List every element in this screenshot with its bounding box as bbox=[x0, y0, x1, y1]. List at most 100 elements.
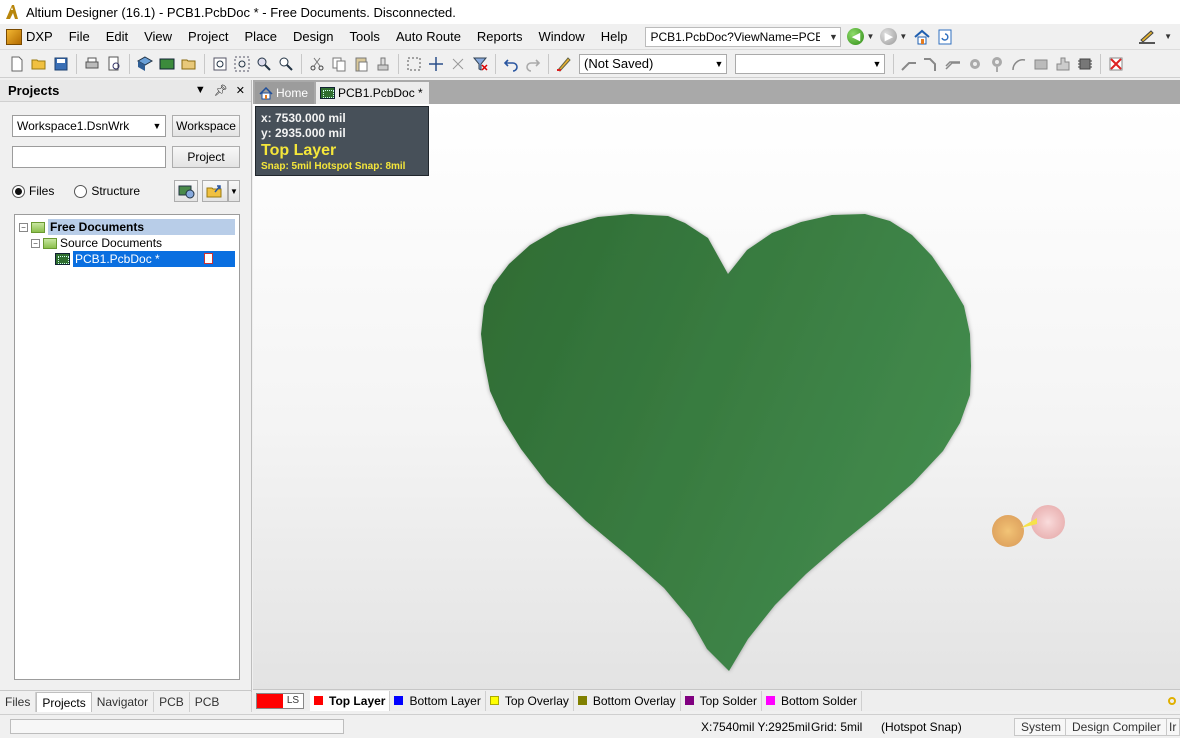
rubber-stamp-icon[interactable] bbox=[374, 55, 392, 73]
menu-project[interactable]: Project bbox=[180, 25, 236, 49]
menu-place[interactable]: Place bbox=[237, 25, 286, 49]
cut-icon[interactable] bbox=[308, 55, 326, 73]
layer-tab-bottom-layer[interactable]: Bottom Layer bbox=[390, 690, 486, 711]
select-area-icon[interactable] bbox=[405, 55, 423, 73]
interactive-route-icon[interactable] bbox=[922, 55, 940, 73]
forward-arrow-icon[interactable]: ▶ bbox=[880, 28, 898, 45]
menu-view[interactable]: View bbox=[136, 25, 180, 49]
via-icon[interactable] bbox=[988, 55, 1006, 73]
menu-auto-route[interactable]: Auto Route bbox=[388, 25, 469, 49]
document-address-combo[interactable]: PCB1.PcbDoc?ViewName=PCBEditor ▼ bbox=[645, 26, 842, 47]
zoom-area-icon[interactable] bbox=[233, 55, 251, 73]
workspace-combo[interactable]: Workspace1.DsnWrk ▼ bbox=[12, 115, 166, 137]
paste-icon[interactable] bbox=[352, 55, 370, 73]
zoom-fit-icon[interactable] bbox=[211, 55, 229, 73]
workspace-button[interactable]: Workspace bbox=[172, 115, 240, 137]
print-preview-icon[interactable] bbox=[105, 55, 123, 73]
pcb-canvas[interactable]: x: 7530.000 mil y: 2935.000 mil Top Laye… bbox=[253, 104, 1180, 689]
layer-tab-bottom-solder[interactable]: Bottom Solder bbox=[762, 690, 862, 711]
chevron-down-icon[interactable]: ▼ bbox=[1164, 32, 1172, 41]
new-document-icon[interactable] bbox=[8, 55, 26, 73]
clear-drc-icon[interactable] bbox=[1107, 55, 1125, 73]
saved-state-combo[interactable]: (Not Saved) ▼ bbox=[579, 53, 727, 74]
project-search-input[interactable] bbox=[12, 146, 166, 168]
copy-icon[interactable] bbox=[330, 55, 348, 73]
tree-row-pcb1[interactable]: PCB1.PcbDoc * bbox=[55, 251, 235, 267]
tab-pcb1[interactable]: PCB1.PcbDoc * bbox=[316, 82, 429, 104]
clear-filter-icon[interactable] bbox=[471, 55, 489, 73]
tab-home[interactable]: Home bbox=[255, 82, 315, 104]
tree-row-free-documents[interactable]: − Free Documents bbox=[19, 219, 235, 235]
tree-label-source-documents: Source Documents bbox=[60, 236, 163, 250]
hud-current-layer: Top Layer bbox=[261, 142, 337, 159]
open-project-dropdown[interactable]: ▼ bbox=[228, 180, 240, 202]
menu-help[interactable]: Help bbox=[593, 25, 636, 49]
undo-icon[interactable] bbox=[502, 55, 520, 73]
design-compiler-button[interactable]: Design Compiler bbox=[1065, 718, 1168, 736]
open-project-button[interactable] bbox=[202, 180, 228, 202]
panel-tab-projects[interactable]: Projects bbox=[36, 692, 92, 712]
collapse-icon[interactable]: − bbox=[19, 222, 28, 232]
close-icon[interactable]: ✕ bbox=[236, 84, 245, 97]
layer-tabs-bar: LS Top Layer Bottom Layer Top Overlay Bo… bbox=[253, 689, 1180, 711]
redo-icon[interactable] bbox=[524, 55, 542, 73]
component-icon[interactable] bbox=[1076, 55, 1094, 73]
layer-tab-bottom-overlay[interactable]: Bottom Overlay bbox=[574, 690, 681, 711]
project-button[interactable]: Project bbox=[172, 146, 240, 168]
open-folder-icon[interactable] bbox=[30, 55, 48, 73]
cross-probe-icon[interactable] bbox=[555, 55, 573, 73]
structure-radio-label: Structure bbox=[91, 184, 141, 198]
menu-window[interactable]: Window bbox=[530, 25, 592, 49]
files-radio[interactable]: Files bbox=[12, 184, 54, 198]
menu-file[interactable]: File bbox=[61, 25, 98, 49]
layer-tab-top-overlay[interactable]: Top Overlay bbox=[486, 690, 574, 711]
fill-icon[interactable] bbox=[1032, 55, 1050, 73]
pad-icon[interactable] bbox=[966, 55, 984, 73]
back-arrow-icon[interactable]: ◀ bbox=[847, 28, 865, 45]
chevron-down-icon[interactable]: ▼ bbox=[866, 32, 874, 41]
save-icon[interactable] bbox=[52, 55, 70, 73]
layer-tab-top-layer[interactable]: Top Layer bbox=[310, 690, 391, 711]
system-button[interactable]: System bbox=[1014, 718, 1069, 736]
3d-view-icon[interactable] bbox=[136, 55, 154, 73]
tree-row-source-documents[interactable]: − Source Documents bbox=[31, 235, 235, 251]
deselect-icon[interactable] bbox=[449, 55, 467, 73]
chevron-down-icon[interactable]: ▼ bbox=[899, 32, 907, 41]
pen-check-icon[interactable] bbox=[1138, 29, 1156, 45]
move-icon[interactable] bbox=[427, 55, 445, 73]
print-icon[interactable] bbox=[83, 55, 101, 73]
heart-board-outline[interactable] bbox=[481, 214, 971, 671]
panel-tab-pcb[interactable]: PCB bbox=[154, 692, 190, 712]
home-icon[interactable] bbox=[913, 29, 931, 45]
structure-radio[interactable]: Structure bbox=[74, 184, 140, 198]
diff-pair-route-icon[interactable] bbox=[944, 55, 962, 73]
zoom-selected-icon[interactable] bbox=[255, 55, 273, 73]
refresh-document-icon[interactable] bbox=[937, 29, 953, 45]
menu-edit[interactable]: Edit bbox=[98, 25, 136, 49]
instruments-button[interactable]: Ir bbox=[1166, 718, 1180, 736]
collapse-icon[interactable]: − bbox=[31, 238, 40, 248]
board-view-icon[interactable] bbox=[158, 55, 176, 73]
zoom-filter-icon[interactable] bbox=[277, 55, 295, 73]
menu-reports[interactable]: Reports bbox=[469, 25, 531, 49]
layer-scroll-icon[interactable] bbox=[1168, 696, 1176, 705]
polygon-pour-icon[interactable] bbox=[1054, 55, 1072, 73]
pin-icon[interactable]: 📌︎ bbox=[214, 84, 228, 97]
menu-dxp[interactable]: DXP bbox=[0, 25, 61, 49]
panel-menu-icon[interactable]: ▼ bbox=[195, 84, 206, 97]
layer-tab-top-solder[interactable]: Top Solder bbox=[681, 690, 762, 711]
panel-tab-files[interactable]: Files bbox=[0, 692, 37, 712]
saved-state-value: (Not Saved) bbox=[584, 56, 654, 71]
files-radio-button[interactable] bbox=[12, 184, 25, 198]
variant-combo[interactable]: ▼ bbox=[735, 53, 885, 74]
panel-tab-pcb-filter[interactable]: PCB Filter bbox=[190, 692, 252, 729]
structure-radio-button[interactable] bbox=[74, 184, 88, 198]
arc-icon[interactable] bbox=[1010, 55, 1028, 73]
folder-icon[interactable] bbox=[180, 55, 198, 73]
project-options-button[interactable] bbox=[174, 180, 198, 202]
panel-tab-navigator[interactable]: Navigator bbox=[92, 692, 155, 712]
route-track-icon[interactable] bbox=[900, 55, 918, 73]
menu-design[interactable]: Design bbox=[285, 25, 341, 49]
layer-set-button[interactable]: LS bbox=[256, 692, 304, 709]
menu-tools[interactable]: Tools bbox=[342, 25, 388, 49]
